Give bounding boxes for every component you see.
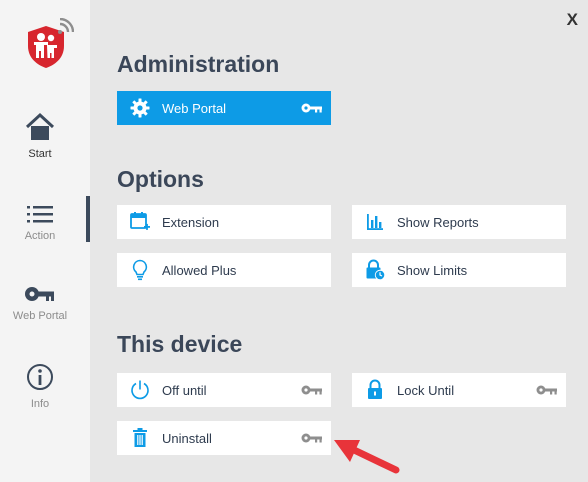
app-logo xyxy=(28,18,74,68)
sidebar-item-start[interactable]: Start xyxy=(0,112,80,160)
tile-label: Lock Until xyxy=(397,382,455,398)
close-button[interactable]: X xyxy=(567,10,578,30)
section-title-options: Options xyxy=(117,166,204,192)
key-icon xyxy=(301,384,331,396)
tile-label: Off until xyxy=(162,382,207,398)
tile-label: Extension xyxy=(162,214,220,230)
sidebar-item-label: Action xyxy=(24,230,56,242)
gear-icon xyxy=(117,98,162,118)
off-until-button[interactable]: Off until xyxy=(117,373,331,407)
sidebar-item-action[interactable]: Action xyxy=(0,204,80,242)
bar-chart-icon xyxy=(352,212,397,232)
info-icon xyxy=(27,364,53,390)
calendar-plus-icon xyxy=(117,211,162,233)
tile-label: Allowed Plus xyxy=(162,262,237,278)
allowed-plus-button[interactable]: Allowed Plus xyxy=(117,253,331,287)
web-portal-button[interactable]: Web Portal xyxy=(117,91,331,125)
key-icon xyxy=(536,384,566,396)
tile-label: Uninstall xyxy=(162,430,212,446)
key-icon xyxy=(301,102,331,114)
power-icon xyxy=(117,379,162,401)
sidebar-item-info[interactable]: Info xyxy=(0,362,80,410)
lock-icon xyxy=(352,379,397,401)
tile-label: Web Portal xyxy=(162,100,227,116)
tile-label: Show Limits xyxy=(397,262,468,278)
main-panel: X Administration Web Portal Options Exte… xyxy=(90,0,588,482)
sidebar-item-label: Web Portal xyxy=(12,310,68,322)
trash-icon xyxy=(117,427,162,449)
show-reports-button[interactable]: Show Reports xyxy=(352,205,566,239)
list-icon xyxy=(27,206,53,223)
sidebar-item-label: Info xyxy=(30,398,50,410)
tile-label: Show Reports xyxy=(397,214,479,230)
section-title-administration: Administration xyxy=(117,51,280,77)
lock-clock-icon xyxy=(352,259,397,281)
sidebar: Start Action Web Portal Info xyxy=(0,0,90,482)
uninstall-button[interactable]: Uninstall xyxy=(117,421,331,455)
key-icon xyxy=(301,432,331,444)
lock-until-button[interactable]: Lock Until xyxy=(352,373,566,407)
extension-button[interactable]: Extension xyxy=(117,205,331,239)
section-title-this-device: This device xyxy=(117,331,243,357)
sidebar-item-web-portal[interactable]: Web Portal xyxy=(0,284,80,322)
key-icon xyxy=(25,287,54,301)
lightbulb-icon xyxy=(117,259,162,281)
home-icon xyxy=(25,112,55,140)
show-limits-button[interactable]: Show Limits xyxy=(352,253,566,287)
sidebar-item-label: Start xyxy=(28,148,52,160)
annotation-arrow xyxy=(334,440,400,474)
